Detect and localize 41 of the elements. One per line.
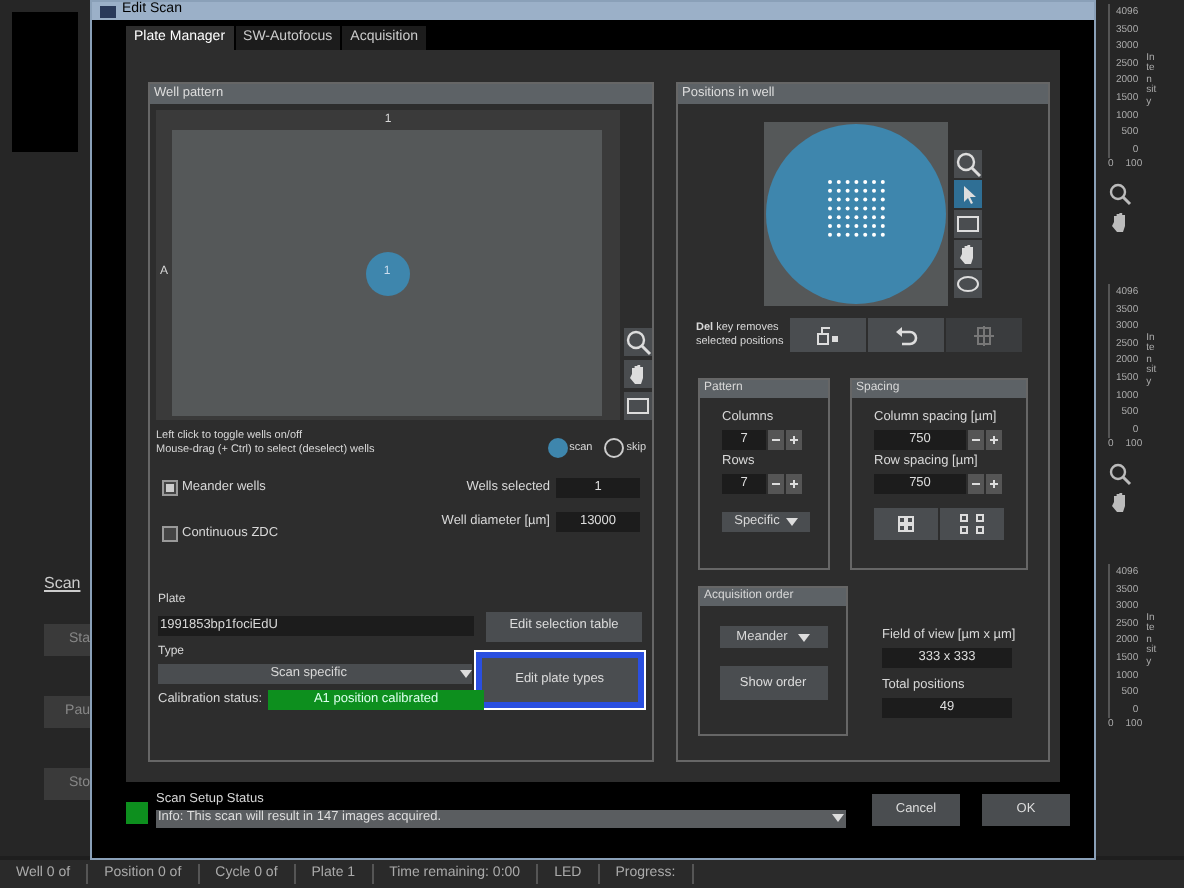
minus-button[interactable] bbox=[968, 473, 984, 493]
plus-button[interactable] bbox=[986, 473, 1002, 493]
minus-button[interactable] bbox=[768, 473, 784, 493]
undo-button[interactable] bbox=[868, 318, 944, 352]
plus-button[interactable] bbox=[786, 429, 802, 450]
dropdown-arrow-icon bbox=[797, 633, 810, 641]
minus-button[interactable] bbox=[968, 429, 984, 450]
checkbox[interactable] bbox=[162, 479, 178, 496]
hand-icon[interactable] bbox=[954, 240, 982, 268]
undo-icon bbox=[894, 325, 918, 345]
pointer-icon[interactable] bbox=[954, 180, 982, 208]
grid-icon bbox=[898, 515, 914, 531]
status-indicator bbox=[126, 801, 148, 824]
compact-grid-button[interactable] bbox=[874, 507, 938, 539]
rectangle-select-icon[interactable] bbox=[954, 210, 982, 238]
minus-button[interactable] bbox=[768, 429, 784, 450]
well-positions-view[interactable] bbox=[764, 122, 948, 306]
plus-button[interactable] bbox=[986, 429, 1002, 450]
dropdown-arrow-icon bbox=[785, 517, 798, 525]
zoom-icon[interactable] bbox=[954, 150, 982, 178]
plus-button[interactable] bbox=[786, 473, 802, 493]
zoom-icon[interactable] bbox=[624, 328, 652, 356]
grid-icon bbox=[960, 513, 984, 533]
hand-icon[interactable] bbox=[624, 360, 652, 388]
rectangle-select-icon[interactable] bbox=[624, 392, 652, 420]
legend-swatch bbox=[604, 438, 625, 458]
dropdown-arrow-icon[interactable] bbox=[832, 814, 844, 823]
legend-swatch bbox=[547, 438, 568, 458]
app-icon bbox=[100, 5, 116, 17]
grid-button[interactable] bbox=[946, 318, 1022, 352]
image-preview bbox=[12, 12, 78, 152]
ellipse-select-icon[interactable] bbox=[954, 270, 982, 298]
spread-grid-button[interactable] bbox=[940, 507, 1004, 539]
zoom-icon[interactable] bbox=[1108, 181, 1132, 206]
move-positions-button[interactable] bbox=[790, 318, 866, 352]
dropdown-arrow-icon bbox=[459, 669, 472, 677]
zoom-icon[interactable] bbox=[1108, 461, 1132, 486]
grid-icon bbox=[972, 323, 996, 347]
move-icon bbox=[816, 325, 840, 345]
checkbox[interactable] bbox=[162, 525, 178, 542]
scan-tab[interactable]: Scan bbox=[44, 572, 81, 596]
